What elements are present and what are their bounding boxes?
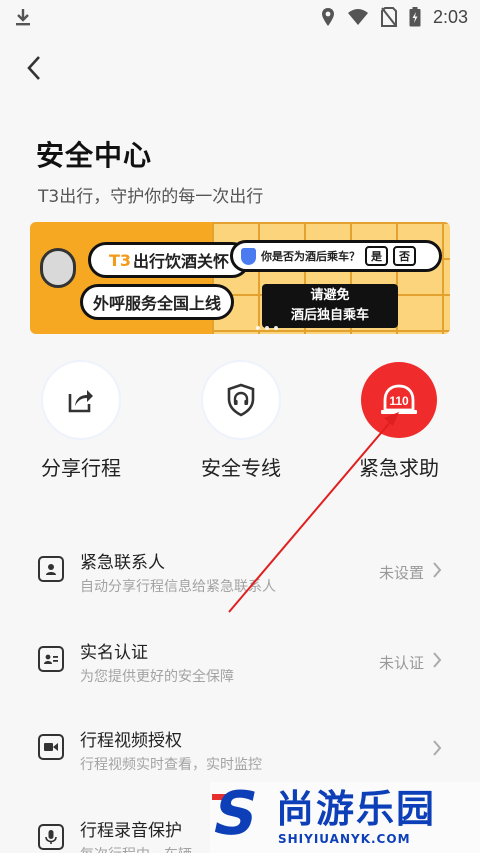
emergency-help-button[interactable]: 110 紧急求助 — [356, 362, 442, 481]
list-item-desc: 行程视频实时查看，实时监控 — [80, 757, 262, 773]
list-item-desc: 每次行程中，车辆 — [80, 844, 192, 853]
share-icon — [68, 390, 93, 413]
video-icon — [38, 734, 64, 760]
chevron-right-icon — [433, 740, 442, 756]
battery-icon — [409, 7, 421, 27]
list-item-emergency-contact[interactable]: 紧急联系人 自动分享行程信息给紧急联系人 未设置 — [0, 540, 480, 618]
wifi-icon — [347, 9, 368, 25]
banner-brand: T3 — [108, 250, 132, 270]
back-button[interactable] — [18, 52, 50, 84]
list-item-title: 行程录音保护 — [80, 821, 182, 841]
page-subtitle: T3出行，守护你的每一次出行 — [38, 187, 264, 207]
banner-headline: 外呼服务全国上线 — [80, 284, 234, 320]
site-watermark: S 尚游乐园 SHIYIUANYK.COM — [206, 779, 480, 853]
watermark-en: SHIYIUANYK.COM — [278, 832, 411, 846]
alarm-110-icon: 110 — [381, 384, 417, 414]
banner-no: 否 — [393, 246, 416, 266]
emergency-help-circle: 110 — [361, 362, 437, 438]
page-title: 安全中心 — [36, 139, 153, 172]
banner-tip-line1: 请避免 — [310, 288, 350, 303]
share-trip-circle — [43, 362, 119, 438]
promo-banner[interactable]: T3 出行饮酒关怀 外呼服务全国上线 你是否为酒后乘车？ 是 否 请避免 酒后独… — [30, 222, 450, 334]
watermark-logo-letter: S — [206, 779, 265, 849]
bottle-illustration-icon — [40, 248, 76, 288]
alarm-110-text: 110 — [389, 394, 409, 408]
share-trip-label: 分享行程 — [41, 456, 121, 480]
list-item-desc: 自动分享行程信息给紧急联系人 — [80, 579, 276, 595]
banner-question-box: 你是否为酒后乘车？ 是 否 — [230, 240, 442, 272]
contact-icon — [38, 556, 64, 582]
shield-icon — [241, 247, 256, 265]
banner-pagination — [256, 326, 278, 330]
list-item-desc: 为您提供更好的安全保障 — [80, 669, 234, 685]
pagination-dot — [256, 326, 260, 330]
no-sim-icon — [380, 7, 397, 27]
banner-question: 你是否为酒后乘车？ — [261, 250, 360, 263]
emergency-help-label: 紧急求助 — [359, 456, 439, 480]
list-item-status: 未认证 — [378, 654, 424, 672]
shield-headset-icon — [227, 383, 255, 417]
pagination-dot — [265, 326, 269, 330]
list-item-title: 实名认证 — [80, 643, 148, 663]
share-trip-button[interactable]: 分享行程 — [38, 362, 124, 481]
safety-hotline-button[interactable]: 安全专线 — [198, 362, 284, 481]
banner-yes: 是 — [365, 246, 388, 266]
microphone-icon — [38, 824, 64, 850]
banner-tip-box: 请避免 酒后独自乘车 — [262, 284, 398, 328]
watermark-cn: 尚游乐园 — [276, 787, 437, 831]
banner-tag: T3 出行饮酒关怀 — [88, 242, 250, 278]
banner-tip-line2: 酒后独自乘车 — [290, 308, 369, 323]
id-card-icon — [38, 646, 64, 672]
list-item-title: 行程视频授权 — [80, 731, 182, 751]
list-item-title: 紧急联系人 — [80, 553, 165, 573]
safety-hotline-circle — [203, 362, 279, 438]
location-icon — [321, 8, 334, 26]
status-bar: 2:03 — [0, 0, 480, 34]
list-item-status: 未设置 — [378, 564, 424, 582]
chevron-right-icon — [433, 562, 442, 578]
list-item-real-name[interactable]: 实名认证 为您提供更好的安全保障 未认证 — [0, 630, 480, 708]
chevron-right-icon — [433, 652, 442, 668]
banner-tag-text: 出行饮酒关怀 — [133, 252, 230, 271]
download-icon — [16, 9, 30, 26]
chevron-left-icon — [27, 56, 40, 80]
clock: 2:03 — [432, 6, 468, 27]
safety-hotline-label: 安全专线 — [201, 456, 281, 480]
pagination-dot — [274, 326, 278, 330]
